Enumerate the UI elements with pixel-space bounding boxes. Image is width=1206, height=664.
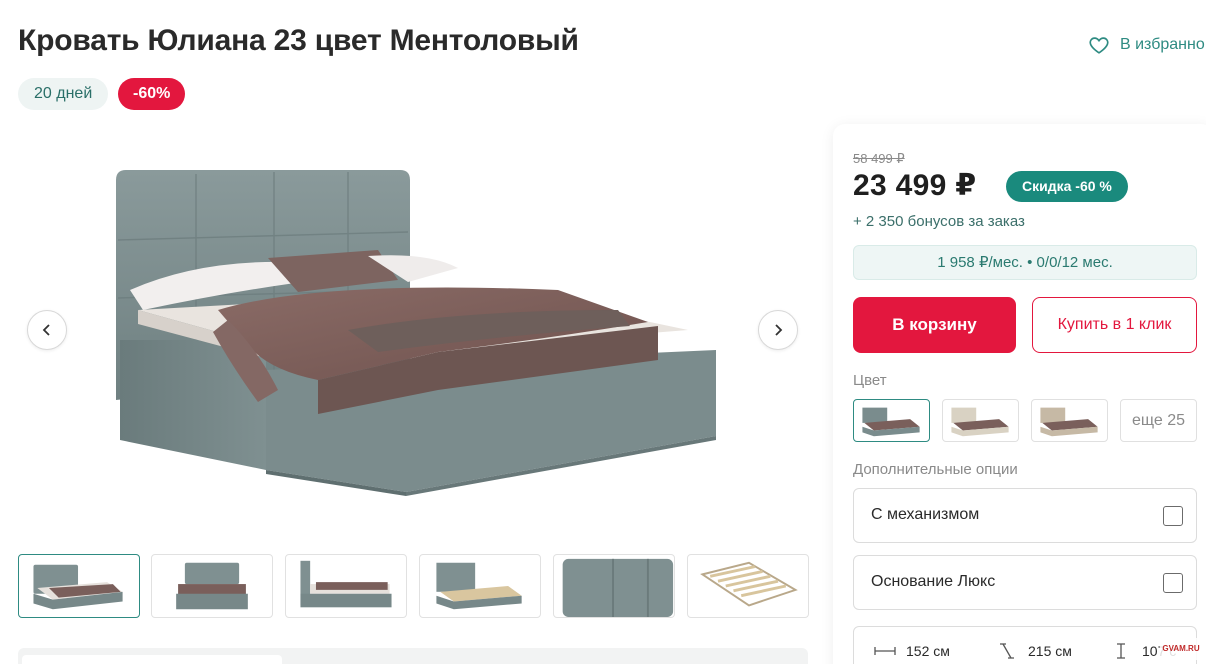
color-swatch-sand[interactable]	[1031, 399, 1108, 442]
dimensions-box: 152 см 215 см 107 с	[853, 626, 1197, 664]
bed-side-thumbnail-image	[33, 564, 123, 610]
thumbnail-6[interactable]	[687, 554, 809, 618]
beige-swatch-image	[951, 407, 1009, 437]
add-to-cart-button[interactable]: В корзину	[853, 297, 1016, 353]
sand-swatch-image	[1040, 407, 1098, 437]
extra-options-label: Дополнительные опции	[853, 461, 1018, 478]
option-mechanism[interactable]: С механизмом	[853, 488, 1197, 543]
height-icon	[1117, 643, 1125, 659]
option-label: Основание Люкс	[871, 573, 996, 590]
thumbnail-4[interactable]	[419, 554, 541, 618]
length-value: 215 см	[1028, 643, 1072, 659]
watermark: GVAM.RU	[1160, 638, 1202, 660]
discount-tag: -60%	[118, 78, 186, 110]
color-label: Цвет	[853, 372, 887, 389]
mint-swatch-image	[862, 407, 920, 437]
bed-front-thumbnail-image	[176, 562, 248, 610]
chevron-left-icon	[42, 324, 50, 336]
favorite-button[interactable]: В избранно	[1088, 34, 1205, 56]
gallery-next-button[interactable]	[758, 310, 798, 350]
width-value: 152 см	[906, 643, 950, 659]
old-price: 58 499 ₽	[853, 151, 905, 166]
favorite-label: В избранно	[1120, 36, 1205, 53]
option-lux-base[interactable]: Основание Люкс	[853, 555, 1197, 610]
thumbnail-3[interactable]	[285, 554, 407, 618]
more-colors-button[interactable]: еще 25	[1120, 399, 1197, 442]
option-label: С механизмом	[871, 506, 980, 523]
thumbnail-1[interactable]	[18, 554, 140, 618]
discount-badge: Скидка -60 %	[1006, 171, 1128, 202]
bed-image	[116, 170, 716, 496]
bed-frame-thumbnail-image	[436, 562, 522, 610]
chevron-right-icon	[775, 324, 783, 336]
thumbnail-2[interactable]	[151, 554, 273, 618]
color-swatch-beige[interactable]	[942, 399, 1019, 442]
dimension-width: 152 см	[874, 643, 950, 659]
width-icon	[874, 647, 896, 655]
delivery-days-tag: 20 дней	[18, 78, 109, 110]
mechanism-checkbox[interactable]	[1163, 506, 1183, 526]
bed-profile-thumbnail-image	[300, 560, 392, 608]
heart-icon	[1089, 37, 1109, 54]
gallery-prev-button[interactable]	[27, 310, 67, 350]
color-swatch-mint[interactable]	[853, 399, 930, 442]
product-main-image[interactable]	[18, 140, 808, 530]
page-title: Кровать Юлиана 23 цвет Ментоловый	[18, 24, 579, 57]
current-price: 23 499 ₽	[853, 169, 977, 202]
dimension-length: 215 см	[996, 643, 1072, 659]
buy-one-click-button[interactable]: Купить в 1 клик	[1032, 297, 1197, 353]
slat-base-thumbnail-image	[700, 561, 798, 607]
length-icon	[1000, 643, 1014, 659]
thumbnail-5[interactable]	[553, 554, 675, 618]
lux-base-checkbox[interactable]	[1163, 573, 1183, 593]
installment-info[interactable]: 1 958 ₽/мес. • 0/0/12 мес.	[853, 245, 1197, 280]
bottom-tab	[22, 655, 282, 664]
headboard-closeup-thumbnail-image	[562, 558, 674, 617]
bonus-info: + 2 350 бонусов за заказ	[853, 213, 1025, 230]
